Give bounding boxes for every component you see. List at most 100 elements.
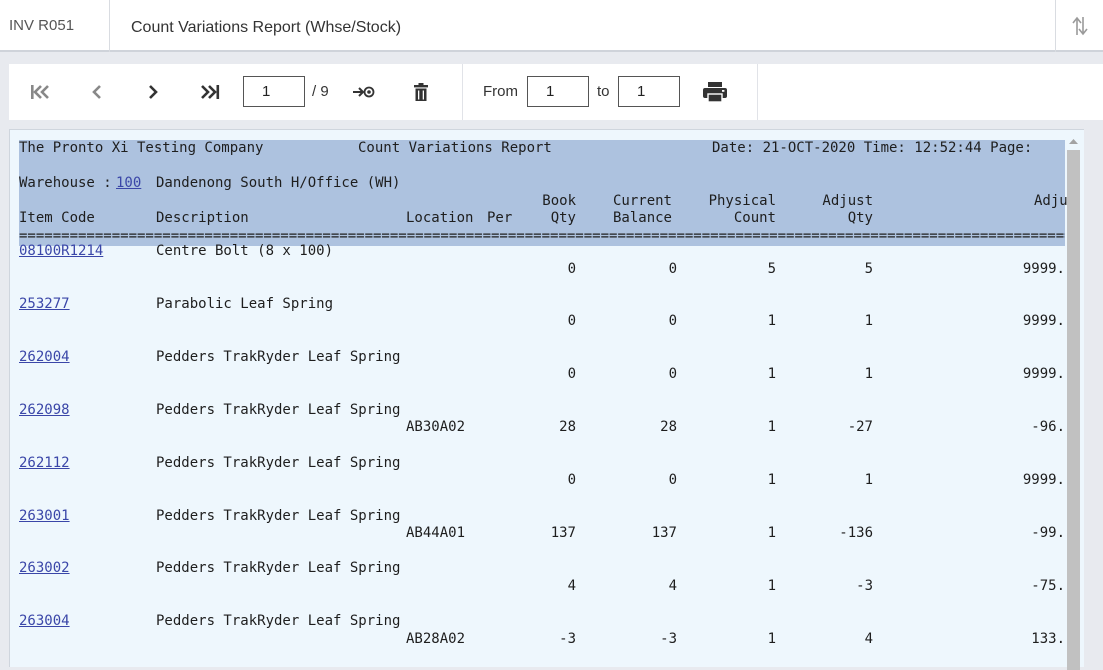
- adjust-qty: 4: [864, 630, 873, 647]
- first-page-button[interactable]: [22, 74, 58, 110]
- print-icon: [703, 82, 727, 103]
- adjust-value: 9999.: [1022, 313, 1065, 330]
- col-adjust-line1: Adjust: [822, 193, 873, 209]
- adjust-qty: -27: [847, 419, 873, 436]
- report-toolbar: / 9 From to: [9, 64, 1103, 120]
- physical-count: 1: [767, 630, 776, 647]
- previous-page-button[interactable]: [79, 74, 115, 110]
- book-qty: 4: [567, 577, 576, 594]
- trash-icon: [414, 83, 428, 101]
- adjust-value: -75.: [1031, 577, 1065, 594]
- physical-count: 1: [767, 366, 776, 383]
- col-description: Description: [156, 210, 249, 226]
- col-count-line1: Physical: [708, 193, 776, 209]
- item-code-link[interactable]: 262004: [19, 349, 70, 366]
- report-scrollbar[interactable]: [1065, 134, 1081, 670]
- col-adjust-line2: Qty: [847, 210, 873, 226]
- col-adj-value: Adju: [1034, 193, 1068, 209]
- physical-count: 1: [767, 472, 776, 489]
- first-page-icon: [31, 85, 49, 99]
- item-code-link[interactable]: 262112: [19, 455, 70, 472]
- item-description: Pedders TrakRyder Leaf Spring: [156, 348, 401, 365]
- from-label: From: [483, 83, 518, 100]
- book-qty: 0: [567, 366, 576, 383]
- item-description: Pedders TrakRyder Leaf Spring: [156, 401, 401, 418]
- adjust-value: -96.: [1031, 419, 1065, 436]
- item-code-link[interactable]: 263001: [19, 508, 70, 525]
- physical-count: 1: [767, 313, 776, 330]
- item-description: Pedders TrakRyder Leaf Spring: [156, 454, 401, 471]
- from-page-input[interactable]: [527, 76, 589, 107]
- col-item-code: Item Code: [19, 210, 95, 226]
- col-location: Location: [406, 210, 474, 226]
- go-to-page-icon: [353, 86, 375, 98]
- scroll-up-arrow[interactable]: [1065, 134, 1081, 148]
- sort-toggle-button[interactable]: [1055, 0, 1103, 52]
- item-description: Pedders TrakRyder Leaf Spring: [156, 560, 401, 577]
- book-qty: 0: [567, 472, 576, 489]
- to-page-input[interactable]: [618, 76, 680, 107]
- item-code-link[interactable]: 263004: [19, 613, 70, 630]
- item-code-link[interactable]: 253277: [19, 296, 70, 313]
- page-total: / 9: [312, 83, 329, 100]
- adjust-value: 133.: [1031, 630, 1065, 647]
- to-label: to: [597, 83, 610, 100]
- next-page-icon: [149, 85, 158, 99]
- next-page-button[interactable]: [135, 74, 171, 110]
- item-location: AB44A01: [406, 525, 466, 541]
- current-balance: 0: [668, 313, 677, 330]
- previous-page-icon: [92, 85, 101, 99]
- adjust-qty: 1: [864, 313, 873, 330]
- delete-button[interactable]: [403, 74, 439, 110]
- adjust-value: -99.: [1031, 525, 1065, 541]
- scroll-up-icon: [1068, 139, 1078, 144]
- current-balance: -3: [660, 630, 677, 647]
- book-qty: 0: [567, 260, 576, 277]
- warehouse-label: Warehouse :: [19, 175, 112, 191]
- adjust-qty: 5: [864, 260, 873, 277]
- warehouse-code-link[interactable]: 100: [116, 175, 141, 192]
- physical-count: 1: [767, 525, 776, 541]
- report-viewer: The Pronto Xi Testing Company Count Vari…: [9, 129, 1084, 667]
- physical-count: 1: [767, 419, 776, 436]
- item-description: Centre Bolt (8 x 100): [156, 243, 334, 259]
- current-balance: 28: [660, 419, 677, 436]
- company-name: The Pronto Xi Testing Company: [19, 140, 264, 156]
- page-number-input[interactable]: [243, 76, 305, 107]
- adjust-qty: -3: [856, 577, 873, 594]
- report-name: Count Variations Report: [358, 140, 552, 156]
- current-balance: 0: [668, 472, 677, 489]
- title-bar: INV R051 Count Variations Report (Whse/S…: [0, 0, 1103, 52]
- adjust-qty: 1: [864, 472, 873, 489]
- book-qty: 137: [550, 525, 576, 541]
- toolbar-divider: [462, 64, 463, 120]
- item-description: Pedders TrakRyder Leaf Spring: [156, 613, 401, 630]
- book-qty: 28: [559, 419, 576, 436]
- current-balance: 0: [668, 366, 677, 383]
- adjust-value: 9999.: [1022, 260, 1065, 277]
- item-code-link[interactable]: 08100R1214: [19, 243, 103, 260]
- sort-arrows-icon: [1071, 16, 1088, 36]
- item-description: Parabolic Leaf Spring: [156, 295, 334, 312]
- item-code-link[interactable]: 263002: [19, 560, 70, 577]
- physical-count: 1: [767, 577, 776, 594]
- col-balance-line2: Balance: [612, 210, 672, 226]
- toolbar-divider: [757, 64, 758, 120]
- col-balance-line1: Current: [612, 193, 672, 209]
- report-code: INV R051: [0, 0, 110, 52]
- last-page-button[interactable]: [192, 74, 228, 110]
- book-qty: -3: [559, 630, 576, 647]
- book-qty: 0: [567, 313, 576, 330]
- adjust-qty: -136: [839, 525, 873, 541]
- col-book-line1: Book: [542, 193, 576, 209]
- scroll-thumb[interactable]: [1067, 150, 1080, 670]
- last-page-icon: [201, 85, 220, 99]
- go-to-page-button[interactable]: [346, 74, 382, 110]
- print-button[interactable]: [697, 74, 733, 110]
- physical-count: 5: [767, 260, 776, 277]
- current-balance: 137: [651, 525, 677, 541]
- item-code-link[interactable]: 262098: [19, 402, 70, 419]
- item-location: AB28A02: [406, 630, 466, 647]
- adjust-qty: 1: [864, 366, 873, 383]
- item-description: Pedders TrakRyder Leaf Spring: [156, 507, 401, 524]
